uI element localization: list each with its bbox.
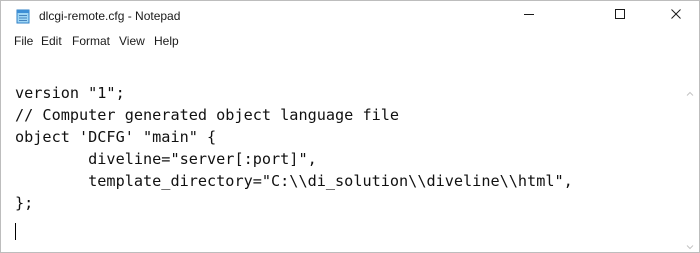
maximize-icon <box>614 7 626 25</box>
notepad-icon <box>15 8 31 24</box>
scroll-down-arrow-icon[interactable] <box>686 238 694 250</box>
minimize-button[interactable] <box>506 1 552 31</box>
text-line: // Computer generated object language fi… <box>15 106 400 124</box>
text-line: template_directory="C:\\di_solution\\div… <box>15 172 573 190</box>
text-line: }; <box>15 194 34 212</box>
text-line: object 'DCFG' "main" { <box>15 128 217 146</box>
menu-view[interactable]: View <box>119 34 145 48</box>
minimize-icon <box>523 7 535 25</box>
text-line: diveline="server[:port]", <box>15 150 317 168</box>
text-editor[interactable]: version "1"; // Computer generated objec… <box>1 51 681 252</box>
menu-help[interactable]: Help <box>154 34 179 48</box>
text-caret <box>15 223 16 240</box>
window-title: dlcgi-remote.cfg - Notepad <box>39 9 181 23</box>
notepad-window: dlcgi-remote.cfg - Notepad File Edit For… <box>0 0 700 253</box>
menu-edit[interactable]: Edit <box>41 34 62 48</box>
title-bar[interactable]: dlcgi-remote.cfg - Notepad <box>1 1 699 31</box>
close-icon <box>670 7 682 25</box>
menu-file[interactable]: File <box>14 34 33 48</box>
vertical-scrollbar[interactable] <box>681 77 699 252</box>
text-line: version "1"; <box>15 84 125 102</box>
menu-bar: File Edit Format View Help <box>1 31 699 51</box>
maximize-button[interactable] <box>597 1 643 31</box>
menu-format[interactable]: Format <box>72 34 110 48</box>
close-button[interactable] <box>653 1 699 31</box>
scroll-up-arrow-icon[interactable] <box>686 85 694 96</box>
